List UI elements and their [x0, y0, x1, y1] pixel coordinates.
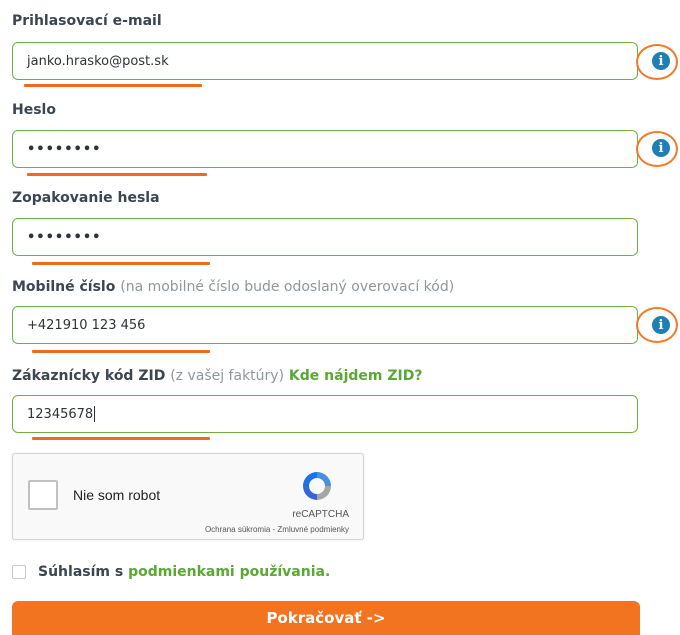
text-caret [94, 406, 96, 422]
terms-prefix: Súhlasím s [38, 564, 124, 580]
mobile-value: +421910 123 456 [27, 317, 146, 333]
info-circle-icon[interactable]: i [652, 52, 670, 70]
zid-highlight-underline [32, 437, 210, 440]
password-value: •••••••• [27, 141, 102, 157]
password-repeat-field[interactable]: •••••••• [12, 218, 638, 256]
recaptcha-brand: reCAPTCHA [292, 509, 349, 520]
recaptcha-widget: Nie som robot reCAPTCHA Ochrana súkromia… [12, 453, 364, 540]
zid-label: Zákaznícky kód ZID (z vašej faktúry) Kde… [12, 368, 422, 384]
password-repeat-value: •••••••• [27, 229, 102, 245]
recaptcha-links[interactable]: Ochrana súkromia - Zmluvné podmienky [205, 525, 349, 534]
zid-help-link[interactable]: Kde nájdem ZID? [289, 368, 423, 384]
terms-checkbox[interactable] [12, 565, 26, 579]
terms-agreement: Súhlasím s podmienkami používania. [12, 564, 330, 580]
continue-button[interactable]: Pokračovať -> [12, 601, 640, 635]
email-value: janko.hrasko@post.sk [27, 53, 169, 69]
email-field[interactable]: janko.hrasko@post.sk [12, 42, 638, 80]
password-field[interactable]: •••••••• [12, 130, 638, 168]
password-repeat-label: Zopakovanie hesla [12, 190, 160, 206]
mobile-highlight-underline [32, 350, 210, 353]
mobile-hint: (na mobilné číslo bude odoslaný overovac… [120, 279, 455, 295]
email-highlight-underline [24, 84, 202, 87]
mobile-label: Mobilné číslo (na mobilné číslo bude odo… [12, 279, 454, 295]
password-highlight-underline [27, 173, 207, 176]
recaptcha-label: Nie som robot [73, 487, 161, 503]
zid-value: 12345678 [27, 406, 94, 422]
zid-hint: (z vašej faktúry) [170, 368, 285, 384]
recaptcha-checkbox[interactable] [28, 480, 58, 510]
info-circle-icon[interactable]: i [652, 139, 670, 157]
info-circle-icon[interactable]: i [652, 316, 670, 334]
terms-link[interactable]: podmienkami používania. [128, 564, 330, 580]
mobile-label-text: Mobilné číslo [12, 279, 116, 295]
recaptcha-logo-icon [303, 472, 331, 500]
zid-field[interactable]: 12345678 [12, 395, 638, 433]
email-label: Prihlasovací e-mail [12, 13, 162, 29]
password-label: Heslo [12, 102, 56, 118]
mobile-field[interactable]: +421910 123 456 [12, 306, 638, 344]
password-repeat-highlight-underline [32, 262, 210, 265]
zid-label-text: Zákaznícky kód ZID [12, 368, 166, 384]
